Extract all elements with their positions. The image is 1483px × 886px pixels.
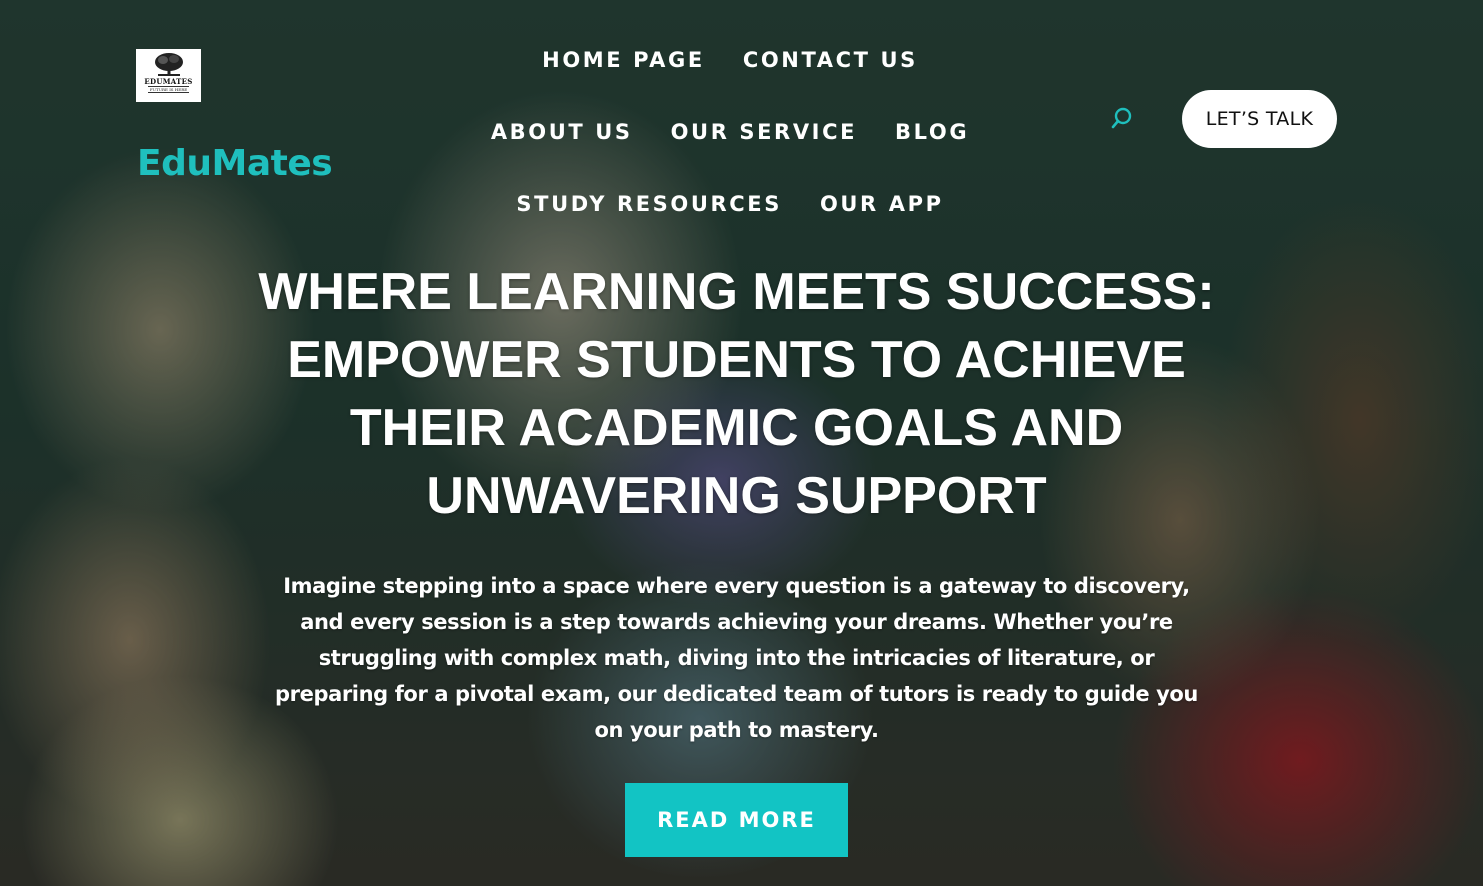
nav-our-service[interactable]: OUR SERVICE xyxy=(671,120,857,144)
search-icon[interactable] xyxy=(1110,106,1134,130)
logo-tagline: FUTURE IS HERE xyxy=(147,86,190,93)
nav-our-app[interactable]: OUR APP xyxy=(820,192,944,216)
tree-logo-icon xyxy=(154,53,183,76)
brand-name[interactable]: EduMates xyxy=(137,143,333,184)
nav-row: ABOUT US OUR SERVICE BLOG xyxy=(470,96,990,168)
nav-blog[interactable]: BLOG xyxy=(895,120,969,144)
nav-study-resources[interactable]: STUDY RESOURCES xyxy=(516,192,782,216)
nav-home-page[interactable]: HOME PAGE xyxy=(542,48,705,72)
nav-contact-us[interactable]: CONTACT US xyxy=(743,48,918,72)
main-nav: HOME PAGE CONTACT US ABOUT US OUR SERVIC… xyxy=(470,24,990,240)
nav-row: STUDY RESOURCES OUR APP xyxy=(470,168,990,240)
hero-headline: WHERE LEARNING MEETS SUCCESS: EMPOWER ST… xyxy=(258,263,1215,525)
hero-description: Imagine stepping into a space where ever… xyxy=(275,574,1198,742)
hero-section: EDUMATES FUTURE IS HERE EduMates HOME PA… xyxy=(0,0,1483,886)
read-more-button[interactable]: READ MORE xyxy=(625,783,848,857)
site-logo[interactable]: EDUMATES FUTURE IS HERE xyxy=(136,49,201,102)
nav-about-us[interactable]: ABOUT US xyxy=(491,120,633,144)
nav-row: HOME PAGE CONTACT US xyxy=(470,24,990,96)
logo-name: EDUMATES xyxy=(144,77,193,86)
lets-talk-button[interactable]: LET’S TALK xyxy=(1182,90,1337,148)
